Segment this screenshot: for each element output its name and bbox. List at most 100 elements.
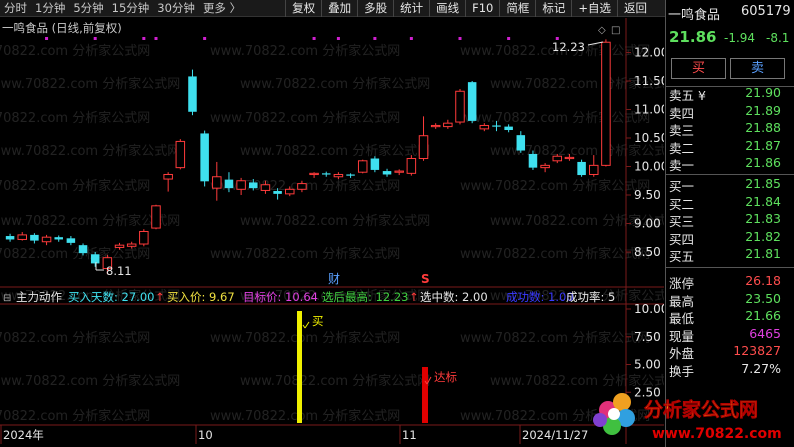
stat-row[interactable]: 涨停 26.18 (666, 273, 794, 291)
candle-body (321, 173, 331, 175)
indicator-value: ↑ (155, 290, 165, 304)
candle-body (346, 174, 355, 176)
candle-body (5, 236, 15, 240)
f10-button[interactable]: F10 (465, 0, 499, 17)
watermark-text: www.70822.com 分析家公式网 (460, 110, 650, 126)
ask-value: 21.86 (745, 155, 781, 171)
indicator-menu-icon: ⊟ (3, 293, 11, 304)
period-tab-15min[interactable]: 15分钟 (108, 0, 154, 16)
bid-row[interactable]: 买一 21.85 (666, 176, 794, 194)
bid-row[interactable]: 买四 21.82 (666, 229, 794, 247)
candle-body (467, 82, 477, 121)
stat-row[interactable]: 最低 21.66 (666, 308, 794, 327)
date-label: 2024/11/27 (522, 428, 588, 442)
price-tick-label: 11.50 (634, 74, 664, 88)
indicator-name: 主力动作 (16, 290, 62, 304)
watermark-text: www.70822.com 分析家公式网 (0, 76, 180, 92)
signal-dot (154, 37, 158, 40)
candle-body (163, 173, 173, 180)
candle-body (504, 126, 513, 131)
stat-row[interactable]: 换手 7.27% (666, 361, 794, 379)
flower-icon (593, 393, 635, 435)
stock-header: 一鸣食品 605179 (666, 4, 794, 23)
candle-body (370, 158, 380, 170)
indicator-value: 目标价: 10.64 (243, 290, 318, 304)
candle-body (589, 164, 599, 175)
candle-body (151, 205, 161, 229)
simple-frame-button[interactable]: 简框 (499, 0, 535, 17)
bid-row[interactable]: 买二 21.84 (666, 194, 794, 212)
sell-button[interactable]: 卖 (730, 58, 785, 79)
period-tab-more[interactable]: 更多 〉 (199, 0, 245, 16)
candle-body (552, 155, 563, 162)
close-icon[interactable]: □ (611, 25, 620, 36)
watermark-text: www.70822.com 分析家公式网 (0, 110, 150, 126)
price-line: 21.86 -1.94 -8.1 (666, 28, 794, 48)
price-tick-label: 11.00 (634, 103, 664, 117)
candle-body (175, 140, 186, 169)
stat-row[interactable]: 最高 23.50 (666, 291, 794, 309)
expand-icon[interactable]: ◇ (598, 25, 606, 36)
bid-label: 买三 (669, 214, 695, 230)
watermark-text: www.70822.com 分析家公式网 (210, 408, 400, 424)
candle-body (333, 173, 344, 178)
date-label: 10 (198, 428, 213, 442)
watermark-text: www.70822.com 分析家公式网 (210, 43, 400, 59)
buy-signal-label: 买 (312, 314, 324, 328)
price-tick-label: 8.50 (634, 245, 661, 259)
bid-value: 21.83 (745, 211, 781, 227)
candle-body (17, 234, 27, 240)
price-tick-label: 10.00 (634, 160, 664, 174)
ask-row[interactable]: 卖四 21.89 (666, 103, 794, 121)
price-tick-label: 12.00 (634, 46, 664, 60)
period-tab-1min[interactable]: 1分钟 (31, 0, 69, 16)
stat-label: 现量 (669, 328, 695, 344)
date-axis: 2024年 10 11 2024/11/27 (0, 425, 588, 444)
mark-button[interactable]: 标记 (535, 0, 571, 17)
ask-row[interactable]: 卖一 21.86 (666, 155, 794, 173)
watermark-text: www.70822.com 分析家公式网 (460, 178, 650, 194)
stat-row[interactable]: 外盘 123827 (666, 343, 794, 361)
bid-row[interactable]: 买五 21.81 (666, 246, 794, 264)
watermark-text: www.70822.com 分析家公式网 (0, 246, 150, 262)
adjust-button[interactable]: 复权 (285, 0, 321, 17)
candle-body (516, 135, 526, 151)
period-tab-30min[interactable]: 30分钟 (153, 0, 199, 16)
indicator-tick-label: 5.00 (634, 358, 661, 372)
draw-line-button[interactable]: 画线 (429, 0, 465, 17)
indicator-value: 买入价: 9.67 (167, 290, 235, 304)
period-tab-timeshare[interactable]: 分时 (0, 0, 31, 16)
ask-label: 卖三 (669, 123, 695, 139)
ask-row[interactable]: 卖三 21.88 (666, 120, 794, 139)
watermark-text: www.70822.com 分析家公式网 (460, 246, 650, 262)
event-s-marker[interactable]: S (421, 272, 430, 286)
ask-row[interactable]: 卖五 ¥ 21.90 (666, 85, 794, 103)
candle-body (126, 243, 137, 247)
buy-button[interactable]: 买 (671, 58, 726, 79)
date-label: 11 (402, 428, 417, 442)
stat-value: 123827 (733, 343, 781, 359)
stat-value: 26.18 (745, 273, 781, 288)
ask-row[interactable]: 卖二 21.87 (666, 138, 794, 156)
signal-dot (45, 37, 49, 40)
event-cai-marker[interactable]: 财 (328, 272, 340, 286)
bid-row[interactable]: 买三 21.83 (666, 211, 794, 230)
candle-body (394, 170, 404, 173)
candle-body (455, 90, 465, 123)
stat-label: 最低 (669, 311, 695, 327)
candle-body (479, 124, 490, 130)
signal-dot (409, 37, 413, 40)
price-change-pct: -8.1 (766, 31, 790, 45)
watermark-text: www.70822.com 分析家公式网 (0, 373, 180, 389)
back-button[interactable]: 返回 (616, 0, 653, 17)
kline-chart[interactable]: www.70822.com 分析家公式网 www.70822.com 分析家公式网… (0, 18, 664, 444)
candle-body (66, 238, 76, 243)
multi-stock-button[interactable]: 多股 (357, 0, 393, 17)
buy-signal-arrow (302, 321, 310, 329)
add-favorite-button[interactable]: +自选 (571, 0, 617, 17)
overlay-button[interactable]: 叠加 (321, 0, 357, 17)
candle-body (188, 76, 197, 112)
period-tab-5min[interactable]: 5分钟 (69, 0, 107, 16)
stat-row[interactable]: 现量 6465 (666, 326, 794, 344)
statistics-button[interactable]: 统计 (393, 0, 429, 17)
